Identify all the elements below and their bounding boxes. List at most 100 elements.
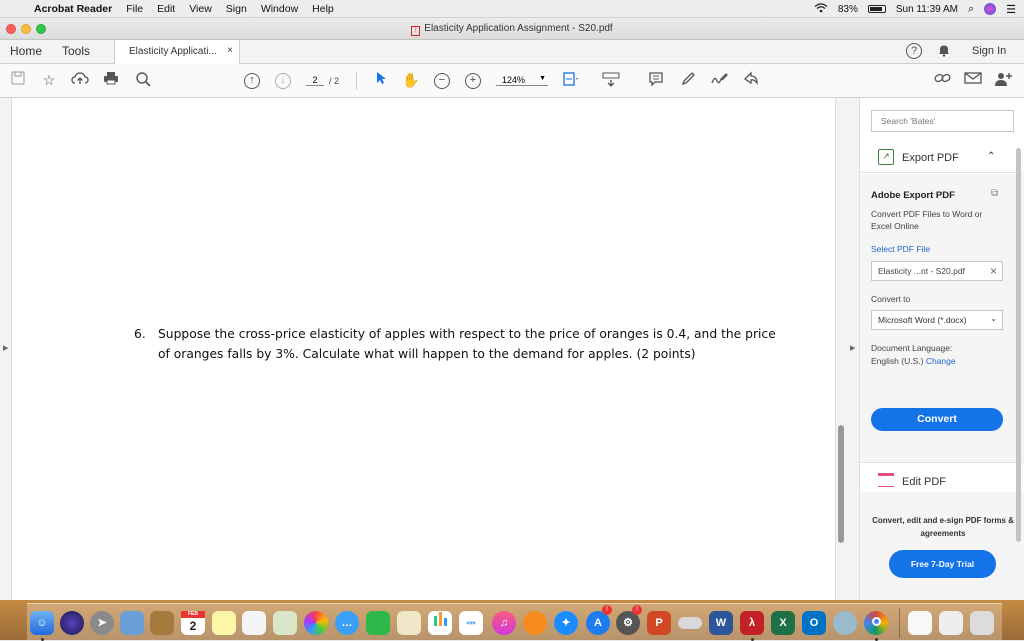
email-icon[interactable] <box>964 71 982 89</box>
link-icon[interactable] <box>934 71 952 89</box>
menu-sign[interactable]: Sign <box>226 3 247 15</box>
bookmark-star-icon[interactable]: ☆ <box>40 71 58 89</box>
tab-document[interactable]: Elasticity Applicati... × <box>114 40 240 64</box>
collapse-right-icon: ▶ <box>850 345 856 352</box>
excel-icon[interactable]: X <box>771 611 795 635</box>
zoom-in-icon[interactable]: + <box>465 73 481 89</box>
add-person-icon[interactable] <box>994 71 1012 89</box>
expand-left-icon: ▶ <box>3 345 9 352</box>
panel-scrollbar[interactable] <box>1016 148 1021 542</box>
calendar-month: FEB <box>181 611 205 618</box>
highlight-pen-icon[interactable] <box>679 71 697 89</box>
fit-page-icon[interactable] <box>562 71 580 89</box>
select-cursor-icon[interactable] <box>372 71 390 89</box>
menu-view[interactable]: View <box>189 3 212 15</box>
battery-icon[interactable] <box>867 5 886 13</box>
hand-tool-icon[interactable]: ✋ <box>402 71 420 89</box>
adobe-export-description: Convert PDF Files to Word or Excel Onlin… <box>871 209 983 231</box>
document-scrollbar[interactable] <box>838 425 844 543</box>
launchpad-icon[interactable]: ➤ <box>90 611 114 635</box>
facetime-icon[interactable] <box>366 611 390 635</box>
chevron-down-icon: ⌄ <box>990 314 997 323</box>
export-pdf-label: Export PDF <box>902 152 959 164</box>
save-icon[interactable] <box>9 71 27 89</box>
menu-file[interactable]: File <box>126 3 143 15</box>
keynote-icon[interactable]: ⎓ <box>459 611 483 635</box>
menu-window[interactable]: Window <box>261 3 298 15</box>
edit-pdf-tool[interactable]: Edit PDF <box>860 462 1024 492</box>
scroll-mode-icon[interactable] <box>602 71 620 89</box>
print-icon[interactable] <box>102 71 120 89</box>
downloads-stack-icon[interactable] <box>939 611 963 635</box>
selected-file-name: Elasticity ...nt - S20.pdf <box>878 266 965 276</box>
outlook-icon[interactable]: O <box>802 611 826 635</box>
remove-file-icon[interactable]: × <box>990 264 997 278</box>
wifi-icon[interactable] <box>814 2 828 16</box>
network-utility-icon[interactable] <box>833 611 857 635</box>
question-number: 6. <box>134 327 146 341</box>
export-options-icon[interactable]: ⧉ <box>991 188 998 199</box>
notifications-bell-icon[interactable] <box>938 44 950 60</box>
siri-icon[interactable] <box>984 3 997 15</box>
siri-dock-icon[interactable] <box>60 611 84 635</box>
convert-to-label: Convert to <box>871 294 911 304</box>
finder-icon[interactable]: ☺ <box>30 611 54 635</box>
documents-stack-icon[interactable] <box>908 611 932 635</box>
menu-help[interactable]: Help <box>312 3 334 15</box>
settings-badge: ! <box>632 605 642 615</box>
chrome-icon[interactable] <box>864 611 888 635</box>
window-title-text: Elasticity Application Assignment - S20.… <box>424 23 613 34</box>
safari-icon[interactable]: ✦ <box>554 611 578 635</box>
freeform-icon[interactable] <box>397 611 421 635</box>
trash-icon[interactable] <box>970 611 994 635</box>
convert-to-select[interactable]: Microsoft Word (*.docx) ⌄ <box>871 310 1003 330</box>
selected-file-field[interactable]: Elasticity ...nt - S20.pdf × <box>871 261 1003 281</box>
printer-icon[interactable] <box>678 617 702 629</box>
calendar-icon[interactable]: FEB 2 <box>181 611 205 635</box>
numbers-icon[interactable] <box>428 611 452 635</box>
search-bates-input[interactable]: Search 'Bates' <box>871 110 1014 132</box>
convert-button[interactable]: Convert <box>871 408 1003 431</box>
notification-center-icon[interactable]: ☰ <box>1006 3 1016 16</box>
window-title: ⁝ Elasticity Application Assignment - S20… <box>0 23 1024 36</box>
tab-tools[interactable]: Tools <box>62 44 90 58</box>
maps-icon[interactable] <box>273 611 297 635</box>
help-icon[interactable]: ? <box>906 43 922 59</box>
notes-icon[interactable] <box>212 611 236 635</box>
next-page-icon[interactable]: ↓ <box>275 73 291 89</box>
question-6: 6. Suppose the cross-price elasticity of… <box>134 324 784 364</box>
zoom-level-select[interactable]: 124% ▼ <box>496 75 548 86</box>
share-icon[interactable] <box>742 71 760 89</box>
messages-icon[interactable]: … <box>335 611 359 635</box>
collapse-chevron-icon[interactable]: ⌃ <box>987 151 995 162</box>
powerpoint-icon[interactable]: P <box>647 611 671 635</box>
preview-icon[interactable] <box>120 611 144 635</box>
left-panel-toggle[interactable]: ▶ <box>0 98 12 600</box>
change-language-link[interactable]: Change <box>926 356 956 366</box>
menu-app-name[interactable]: Acrobat Reader <box>34 3 112 15</box>
word-icon[interactable]: W <box>709 611 733 635</box>
tab-home[interactable]: Home <box>10 44 42 58</box>
search-zoom-icon[interactable] <box>134 71 152 89</box>
document-language-value: English (U.S.) <box>871 356 924 366</box>
zoom-out-icon[interactable]: − <box>434 73 450 89</box>
spotlight-search-icon[interactable]: ⌕ <box>968 3 974 16</box>
books-icon[interactable] <box>523 611 547 635</box>
sign-in-link[interactable]: Sign In <box>972 45 1006 57</box>
sign-icon[interactable] <box>711 71 729 89</box>
contacts-icon[interactable] <box>150 611 174 635</box>
comment-icon[interactable] <box>647 71 665 89</box>
acrobat-icon[interactable]: λ <box>740 611 764 635</box>
clock[interactable]: Sun 11:39 AM <box>896 4 958 15</box>
cloud-upload-icon[interactable] <box>71 71 89 89</box>
page-number-input[interactable]: 2 <box>306 75 324 86</box>
adobe-export-title: Adobe Export PDF <box>871 190 955 201</box>
tab-close-icon[interactable]: × <box>227 45 233 56</box>
free-trial-button[interactable]: Free 7-Day Trial <box>889 550 996 578</box>
previous-page-icon[interactable]: ↑ <box>244 73 260 89</box>
reminders-icon[interactable] <box>242 611 266 635</box>
menu-edit[interactable]: Edit <box>157 3 175 15</box>
photos-icon[interactable] <box>304 611 328 635</box>
music-icon[interactable]: ♫ <box>492 611 516 635</box>
export-pdf-tool[interactable]: ↗ Export PDF ⌃ <box>860 143 1024 173</box>
